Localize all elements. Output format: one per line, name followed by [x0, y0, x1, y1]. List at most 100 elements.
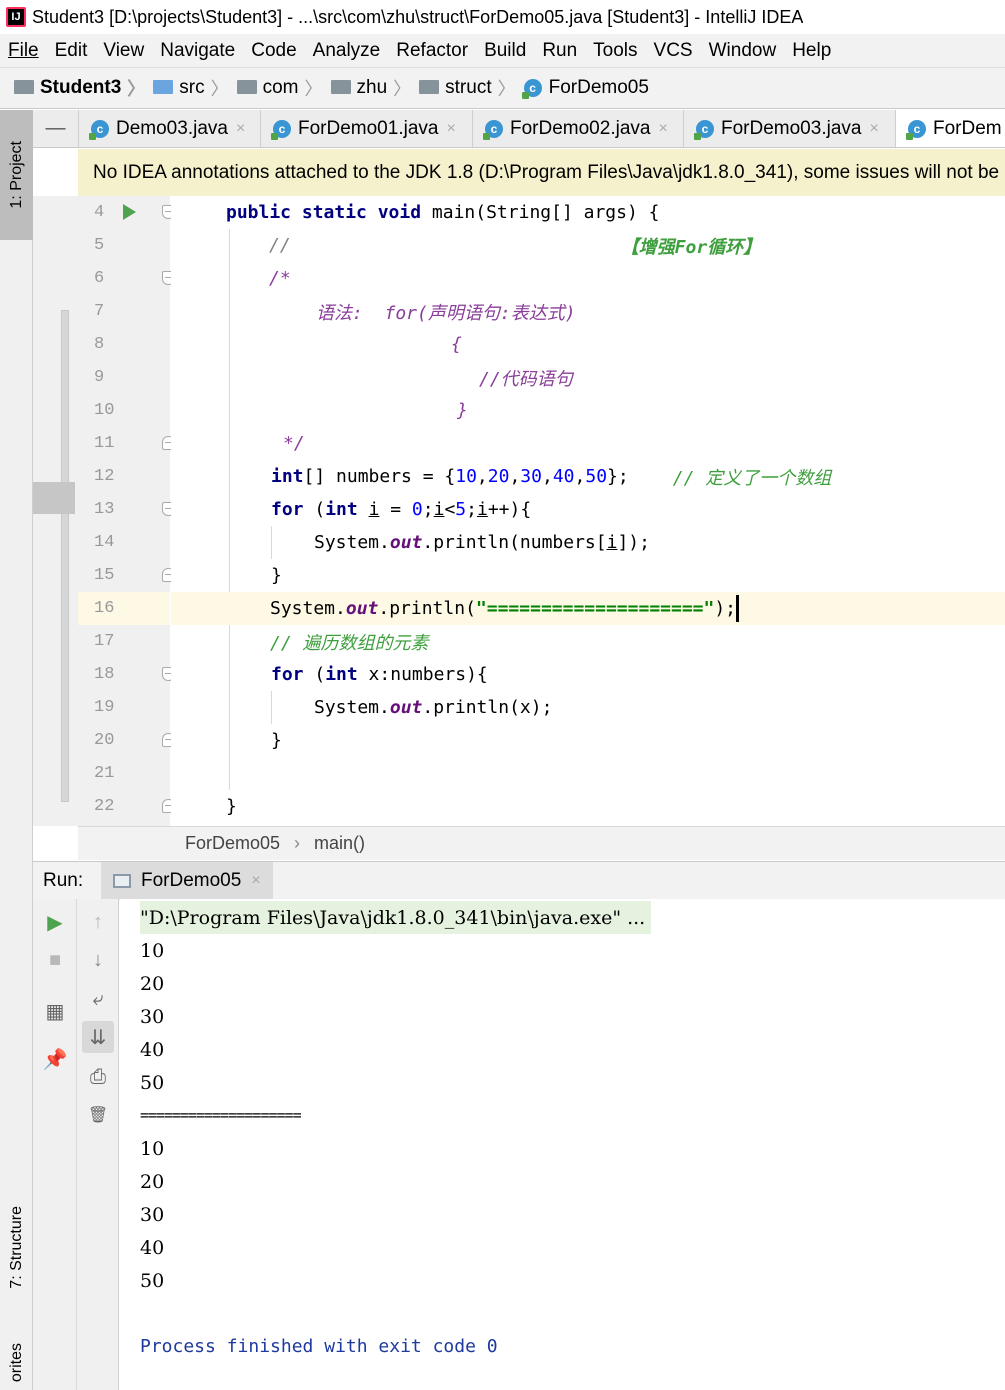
code-token: 20 — [487, 466, 510, 487]
close-icon[interactable]: × — [869, 120, 878, 138]
close-icon[interactable]: × — [446, 120, 455, 138]
line-number: 11 — [94, 434, 115, 453]
tab-fordemo02[interactable]: c ForDemo02.java × — [473, 110, 684, 147]
breadcrumb-project[interactable]: Student3 〉 — [14, 75, 153, 101]
code-token: .println( — [378, 598, 476, 619]
breadcrumb-struct[interactable]: struct 〉 — [419, 75, 523, 101]
title-bar: IJ Student3 [D:\projects\Student3] - ...… — [0, 0, 1005, 34]
code-token: } — [226, 796, 237, 817]
jdk-annotations-notification: No IDEA annotations attached to the JDK … — [78, 149, 1005, 196]
code-token: = — [379, 499, 412, 520]
console-line: 20 — [140, 972, 165, 995]
line-number: 13 — [94, 500, 115, 519]
run-gutter-icon[interactable] — [123, 204, 136, 220]
pin-icon[interactable]: 📌 — [39, 1043, 71, 1075]
code-line-7: 语法: for(声明语句:表达式) — [171, 295, 1005, 328]
run-toolbar-right: ↑ ↓ ⤶ ⇊ ⎙ 🗑 — [77, 899, 119, 1390]
structure-tool-tab[interactable]: 7: Structure — [0, 1185, 33, 1310]
line-number: 10 — [94, 401, 115, 420]
code-token: , — [476, 466, 488, 487]
code-token: ); — [714, 598, 737, 619]
breadcrumb-label: zhu — [356, 77, 388, 98]
code-token: , — [574, 466, 586, 487]
code-line-12: int[] numbers = {10, 20, 30, 40, 50};// 定义了一… — [171, 460, 1005, 493]
package-icon — [419, 80, 440, 94]
minimize-icon[interactable]: — — [33, 110, 79, 147]
code-token: 语法: for(声明语句:表达式) — [316, 302, 576, 324]
left-tool-strip: 1: Project 7: Structure orites — [0, 110, 33, 1390]
close-icon[interactable]: × — [658, 120, 667, 138]
close-icon[interactable]: × — [236, 120, 245, 138]
stop-icon[interactable]: ■ — [39, 944, 71, 976]
menu-refactor[interactable]: Refactor — [396, 40, 468, 62]
trash-icon[interactable]: 🗑 — [82, 1099, 114, 1131]
menu-window[interactable]: Window — [709, 40, 777, 62]
breadcrumb-class-name[interactable]: ForDemo05 — [185, 833, 280, 854]
arrow-down-icon[interactable]: ↓ — [82, 944, 114, 976]
window-title: Student3 [D:\projects\Student3] - ...\sr… — [32, 6, 804, 27]
breadcrumb-class[interactable]: c ForDemo05 — [521, 77, 649, 99]
line-number: 15 — [94, 566, 115, 585]
breadcrumb-label: ForDemo05 — [548, 77, 649, 98]
code-line-19: System. out .println(x); — [171, 691, 1005, 724]
layout-icon[interactable]: ▦ — [39, 995, 71, 1027]
run-tab-label: ForDemo05 — [141, 869, 242, 891]
class-icon: c — [483, 119, 503, 140]
close-icon[interactable]: × — [251, 872, 260, 890]
tab-fordemo05[interactable]: c ForDem — [896, 110, 1005, 147]
menu-run[interactable]: Run — [542, 40, 577, 62]
code-line-5: // 【增强For循环】 — [171, 229, 1005, 262]
menu-vcs[interactable]: VCS — [654, 40, 693, 62]
code-token: [] numbers = { — [303, 466, 456, 487]
class-icon: c — [694, 119, 714, 140]
menu-navigate[interactable]: Navigate — [160, 40, 235, 62]
line-number: 22 — [94, 797, 115, 816]
console-line: 20 — [140, 1170, 165, 1193]
code-token: .println(numbers[ — [422, 532, 607, 553]
run-config-tab[interactable]: ForDemo05 × — [101, 861, 273, 900]
scroll-to-end-icon[interactable]: ⇊ — [82, 1021, 114, 1053]
console-output[interactable]: "D:\Program Files\Java\jdk1.8.0_341\bin\… — [120, 899, 1005, 1390]
print-icon[interactable]: ⎙ — [82, 1061, 114, 1093]
chevron-right-icon: 〉 — [497, 79, 516, 99]
arrow-up-icon[interactable]: ↑ — [82, 906, 114, 938]
tab-fordemo01[interactable]: c ForDemo01.java × — [261, 110, 473, 147]
breadcrumb-src[interactable]: src 〉 — [153, 75, 236, 101]
favorites-tool-tab[interactable]: orites — [0, 1335, 33, 1390]
code-line-14: System. out .println(numbers[i]); — [171, 526, 1005, 559]
breadcrumb-label: com — [262, 77, 299, 98]
menu-help[interactable]: Help — [792, 40, 831, 62]
menu-build[interactable]: Build — [484, 40, 526, 62]
menu-edit[interactable]: Edit — [55, 40, 88, 62]
menu-tools[interactable]: Tools — [593, 40, 637, 62]
tab-label: ForDemo03.java — [721, 117, 862, 139]
code-token: 30 — [520, 466, 542, 487]
scrollbar[interactable] — [61, 310, 69, 802]
project-folder-icon — [14, 80, 34, 94]
soft-wrap-icon[interactable]: ⤶ — [82, 983, 114, 1015]
code-token: i — [433, 499, 445, 520]
code-token: main(String[] args) { — [421, 202, 660, 223]
project-tool-tab[interactable]: 1: Project — [0, 110, 33, 240]
breadcrumb-label: struct — [445, 77, 492, 98]
line-number: 16 — [78, 592, 170, 625]
line-number: 14 — [94, 533, 115, 552]
code-line-22: } — [171, 790, 1005, 823]
breadcrumb-zhu[interactable]: zhu 〉 — [330, 75, 420, 101]
class-icon: c — [906, 119, 926, 140]
menu-view[interactable]: View — [103, 40, 144, 62]
menu-file[interactable]: File — [8, 40, 39, 62]
tab-fordemo03[interactable]: c ForDemo03.java × — [684, 110, 896, 147]
menu-analyze[interactable]: Analyze — [313, 40, 381, 62]
code-editor[interactable]: public static void main(String[] args) {… — [171, 196, 1005, 826]
breadcrumb-label: src — [179, 77, 205, 98]
menu-code[interactable]: Code — [251, 40, 296, 62]
breadcrumb-com[interactable]: com 〉 — [236, 75, 331, 101]
rerun-icon[interactable]: ▶ — [39, 906, 71, 938]
code-token: } — [457, 400, 468, 421]
code-token: out — [389, 532, 423, 553]
structure-tab-label: 7: Structure — [7, 1206, 25, 1289]
code-token: ( — [303, 499, 326, 520]
tab-demo03[interactable]: c Demo03.java × — [79, 110, 261, 147]
breadcrumb-method-name[interactable]: main() — [314, 833, 365, 854]
